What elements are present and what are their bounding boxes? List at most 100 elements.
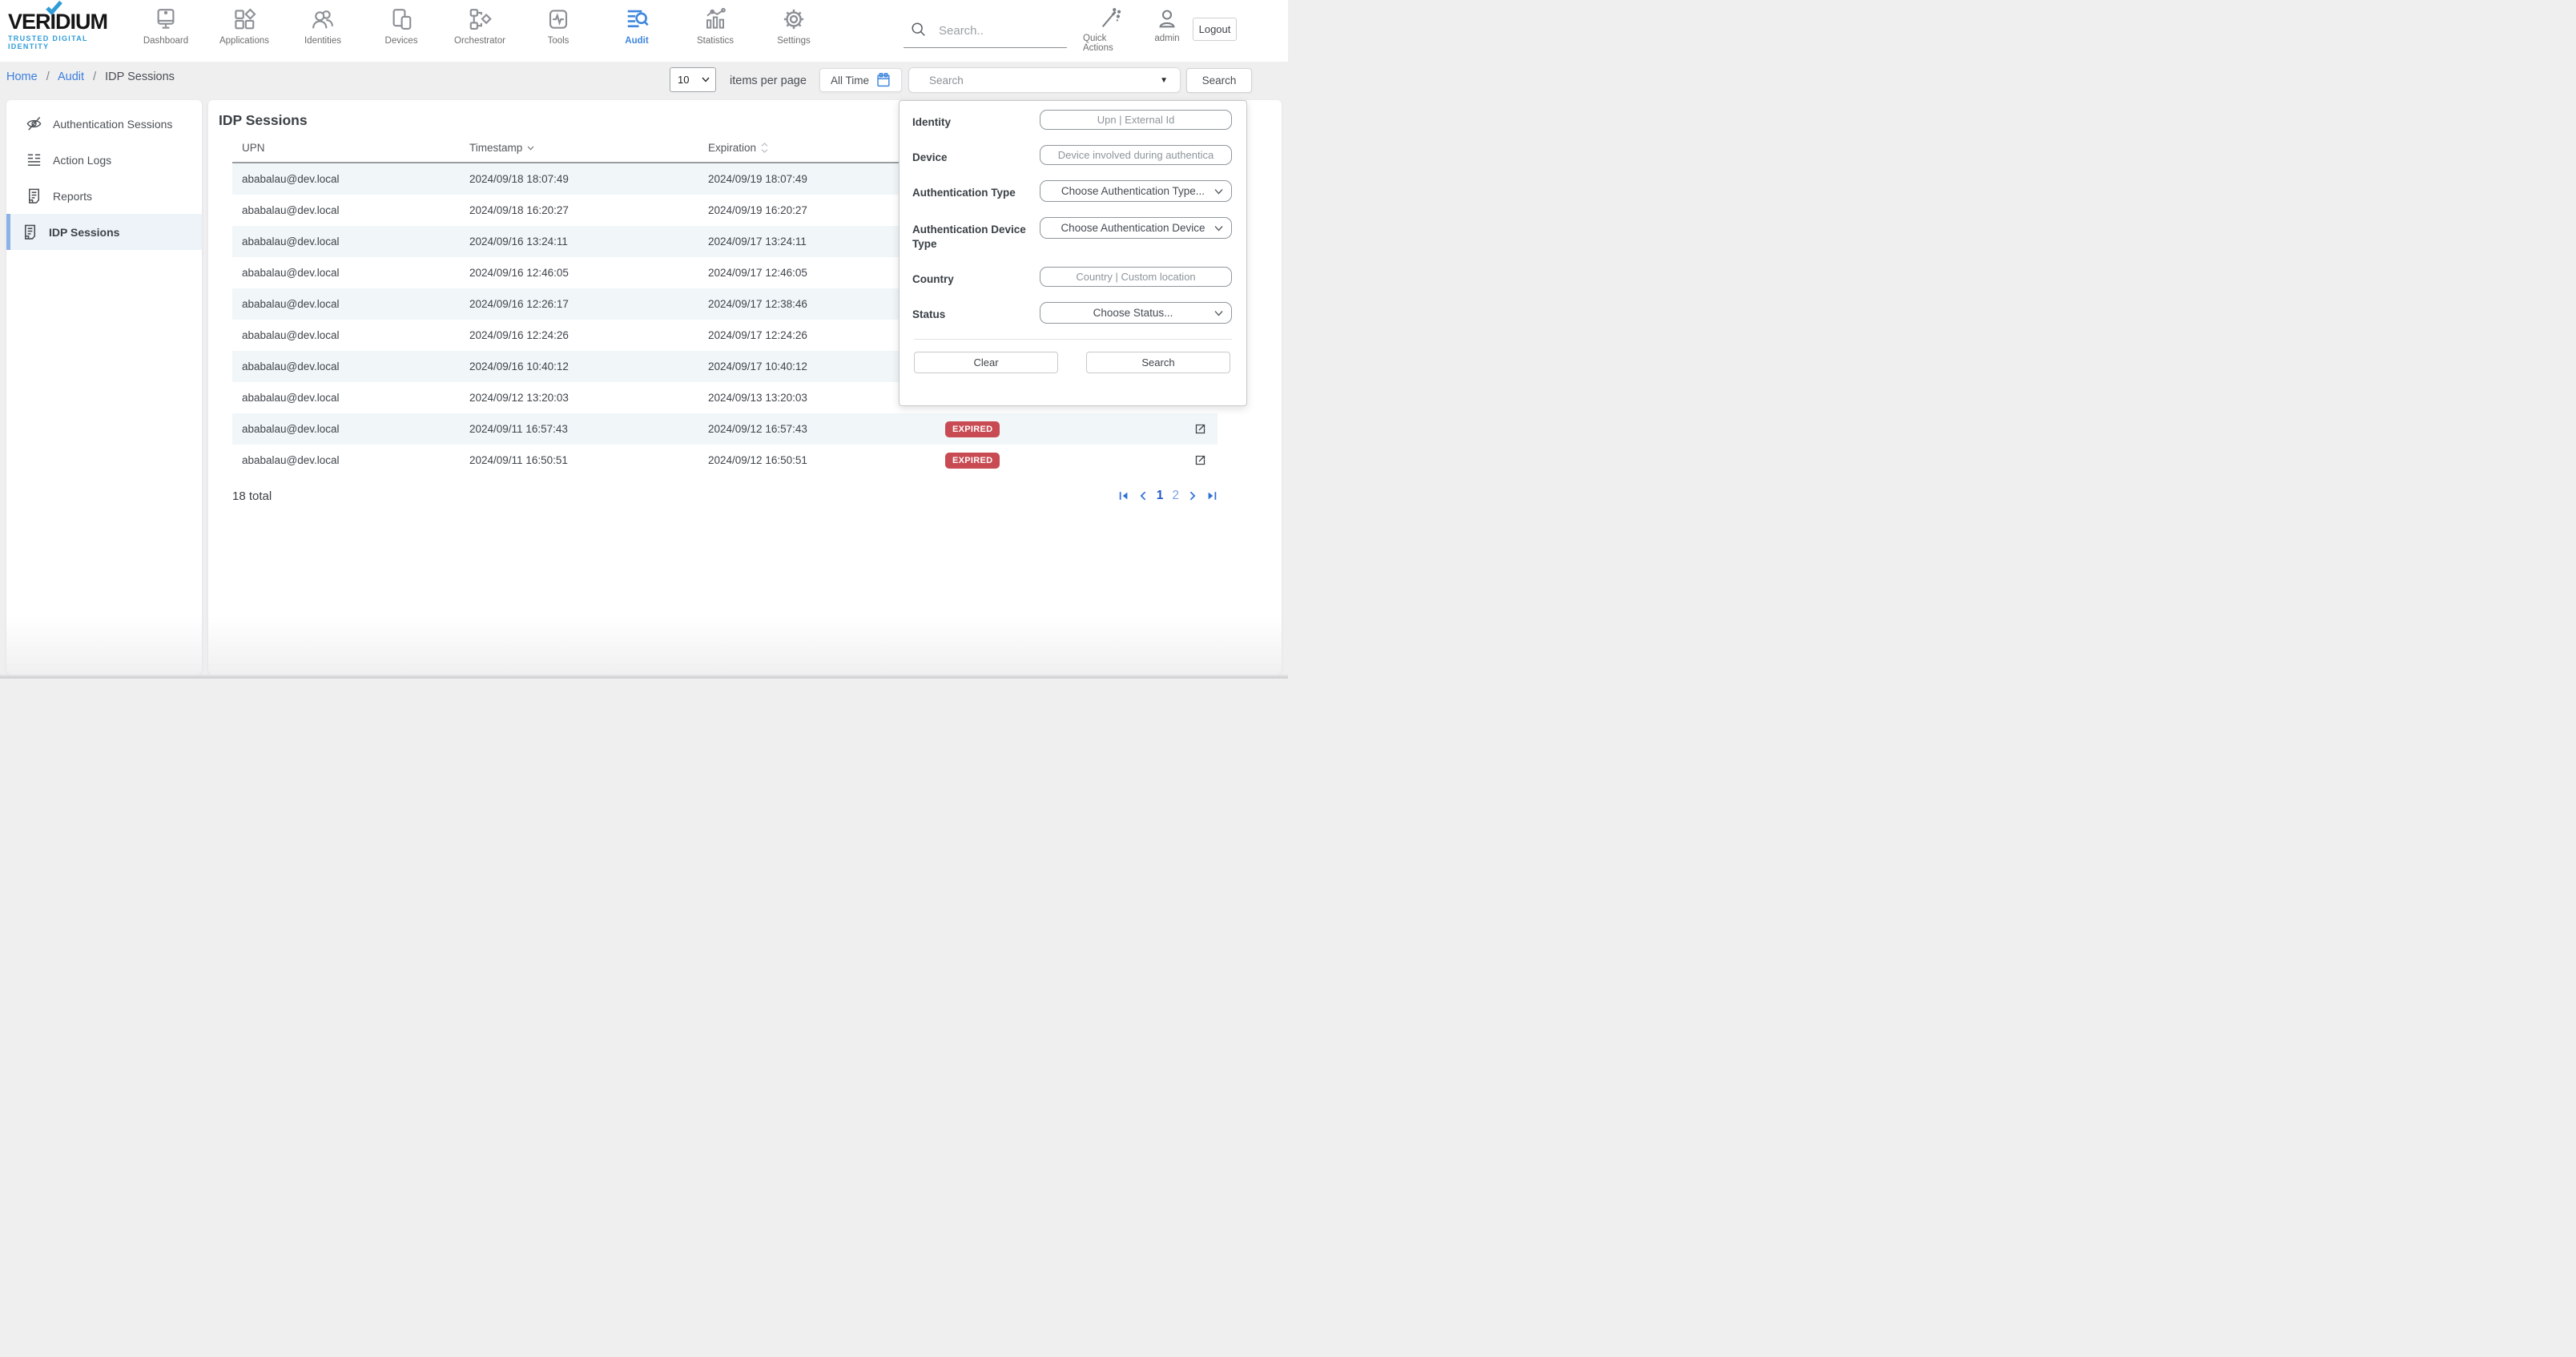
open-session-icon[interactable]	[1193, 453, 1207, 467]
nav-label: Dashboard	[143, 36, 188, 46]
search-icon	[910, 21, 928, 38]
column-upn[interactable]: UPN	[232, 142, 469, 154]
cell-expiration: 2024/09/12 16:57:43	[708, 423, 945, 435]
breadcrumb-home[interactable]: Home	[6, 70, 38, 83]
table-footer: 18 total 1 2	[232, 489, 1218, 503]
cell-timestamp: 2024/09/18 18:07:49	[469, 173, 708, 185]
veridium-logo: VERIDIUM TRUSTED DIGITAL IDENTITY	[8, 10, 128, 50]
items-per-page-select[interactable]: 10	[670, 67, 716, 92]
cell-status: EXPIRED	[945, 421, 1145, 437]
orchestrator-icon	[468, 7, 492, 31]
dashboard-icon	[154, 7, 178, 31]
filter-clear-button[interactable]: Clear	[914, 352, 1058, 373]
filter-label-country: Country	[912, 267, 1040, 287]
logo-check-icon	[46, 1, 63, 14]
sidebar-item-label: Reports	[53, 190, 92, 203]
status-badge: EXPIRED	[945, 421, 1000, 437]
table-search-button[interactable]: Search	[1186, 68, 1252, 93]
breadcrumb-audit[interactable]: Audit	[58, 70, 84, 83]
report-icon	[26, 187, 42, 204]
cell-upn: ababalau@dev.local	[232, 454, 469, 466]
device-filter-input[interactable]	[1040, 145, 1232, 165]
main-nav: Dashboard Applications Identities Device…	[127, 0, 833, 62]
window-bottom-edge	[0, 674, 1288, 678]
devices-icon	[389, 7, 413, 31]
first-page-icon[interactable]	[1118, 490, 1129, 501]
time-filter-button[interactable]: All Time	[819, 68, 902, 92]
cell-expiration: 2024/09/12 16:50:51	[708, 454, 945, 466]
sidebar-item-reports[interactable]: Reports	[6, 178, 202, 214]
column-timestamp[interactable]: Timestamp	[469, 142, 708, 154]
top-bar: VERIDIUM TRUSTED DIGITAL IDENTITY Dashbo…	[0, 0, 1288, 62]
total-count: 18 total	[232, 489, 272, 503]
breadcrumb-separator: /	[46, 70, 50, 83]
nav-label: Statistics	[697, 36, 734, 46]
audit-icon	[625, 7, 649, 31]
magic-wand-icon	[1099, 8, 1121, 30]
status-select[interactable]: Choose Status...	[1040, 302, 1232, 324]
nav-applications[interactable]: Applications	[205, 0, 284, 62]
cell-timestamp: 2024/09/16 10:40:12	[469, 360, 708, 372]
authentication-device-type-select[interactable]: Choose Authentication Device	[1040, 217, 1232, 239]
user-menu[interactable]: admin	[1149, 8, 1185, 43]
user-icon	[1156, 8, 1178, 30]
cell-upn: ababalau@dev.local	[232, 267, 469, 279]
cell-timestamp: 2024/09/16 12:24:26	[469, 329, 708, 341]
logout-button[interactable]: Logout	[1193, 18, 1237, 41]
page-1[interactable]: 1	[1157, 489, 1164, 503]
cell-timestamp: 2024/09/12 13:20:03	[469, 392, 708, 404]
nav-label: Identities	[304, 36, 341, 46]
nav-statistics[interactable]: Statistics	[676, 0, 755, 62]
sort-both-icon	[761, 143, 768, 153]
quick-actions[interactable]: Quick Actions	[1083, 8, 1137, 53]
next-page-icon[interactable]	[1188, 490, 1197, 501]
logo-brand: VERIDIUM	[8, 10, 128, 34]
cell-actions	[1145, 422, 1218, 436]
filter-search-button[interactable]: Search	[1086, 352, 1230, 373]
applications-icon	[232, 7, 256, 31]
pagination: 1 2	[1118, 489, 1218, 503]
breadcrumb-current: IDP Sessions	[105, 70, 175, 83]
nav-settings[interactable]: Settings	[755, 0, 833, 62]
settings-icon	[782, 7, 806, 31]
table-row[interactable]: ababalau@dev.local 2024/09/11 16:50:51 2…	[232, 445, 1218, 476]
sidebar-item-action-logs[interactable]: Action Logs	[6, 142, 202, 178]
sidebar-item-authentication-sessions[interactable]: Authentication Sessions	[6, 106, 202, 142]
authentication-type-select[interactable]: Choose Authentication Type...	[1040, 180, 1232, 202]
combo-caret-icon[interactable]: ▼	[1160, 76, 1168, 85]
calendar-icon	[875, 72, 891, 88]
sidebar: Authentication Sessions Action Logs Repo…	[6, 100, 202, 674]
last-page-icon[interactable]	[1206, 490, 1218, 501]
filter-label-identity: Identity	[912, 110, 1040, 130]
cell-upn: ababalau@dev.local	[232, 173, 469, 185]
filter-divider	[914, 339, 1232, 340]
nav-orchestrator[interactable]: Orchestrator	[441, 0, 519, 62]
nav-tools[interactable]: Tools	[519, 0, 598, 62]
nav-label: Orchestrator	[454, 36, 505, 46]
report-icon	[22, 223, 38, 240]
time-filter-label: All Time	[831, 74, 869, 87]
sidebar-item-label: Action Logs	[53, 154, 111, 167]
cell-upn: ababalau@dev.local	[232, 329, 469, 341]
nav-identities[interactable]: Identities	[284, 0, 362, 62]
global-search	[904, 14, 1067, 48]
cell-timestamp: 2024/09/18 16:20:27	[469, 204, 708, 216]
table-row[interactable]: ababalau@dev.local 2024/09/11 16:57:43 2…	[232, 413, 1218, 445]
cell-timestamp: 2024/09/16 12:26:17	[469, 298, 708, 310]
table-search-input[interactable]	[929, 74, 1160, 87]
previous-page-icon[interactable]	[1138, 490, 1148, 501]
nav-devices[interactable]: Devices	[362, 0, 441, 62]
nav-audit[interactable]: Audit	[598, 0, 676, 62]
open-session-icon[interactable]	[1193, 422, 1207, 436]
tools-icon	[546, 7, 570, 31]
nav-dashboard[interactable]: Dashboard	[127, 0, 205, 62]
sidebar-item-idp-sessions[interactable]: IDP Sessions	[6, 214, 202, 250]
global-search-input[interactable]	[939, 24, 1043, 38]
identity-filter-input[interactable]	[1040, 110, 1232, 130]
eye-slash-icon	[26, 115, 42, 132]
chevron-down-icon	[1214, 310, 1223, 316]
country-filter-input[interactable]	[1040, 267, 1232, 287]
page-2[interactable]: 2	[1172, 489, 1179, 503]
breadcrumb: Home / Audit / IDP Sessions	[6, 70, 175, 83]
filter-label-status: Status	[912, 302, 1040, 324]
